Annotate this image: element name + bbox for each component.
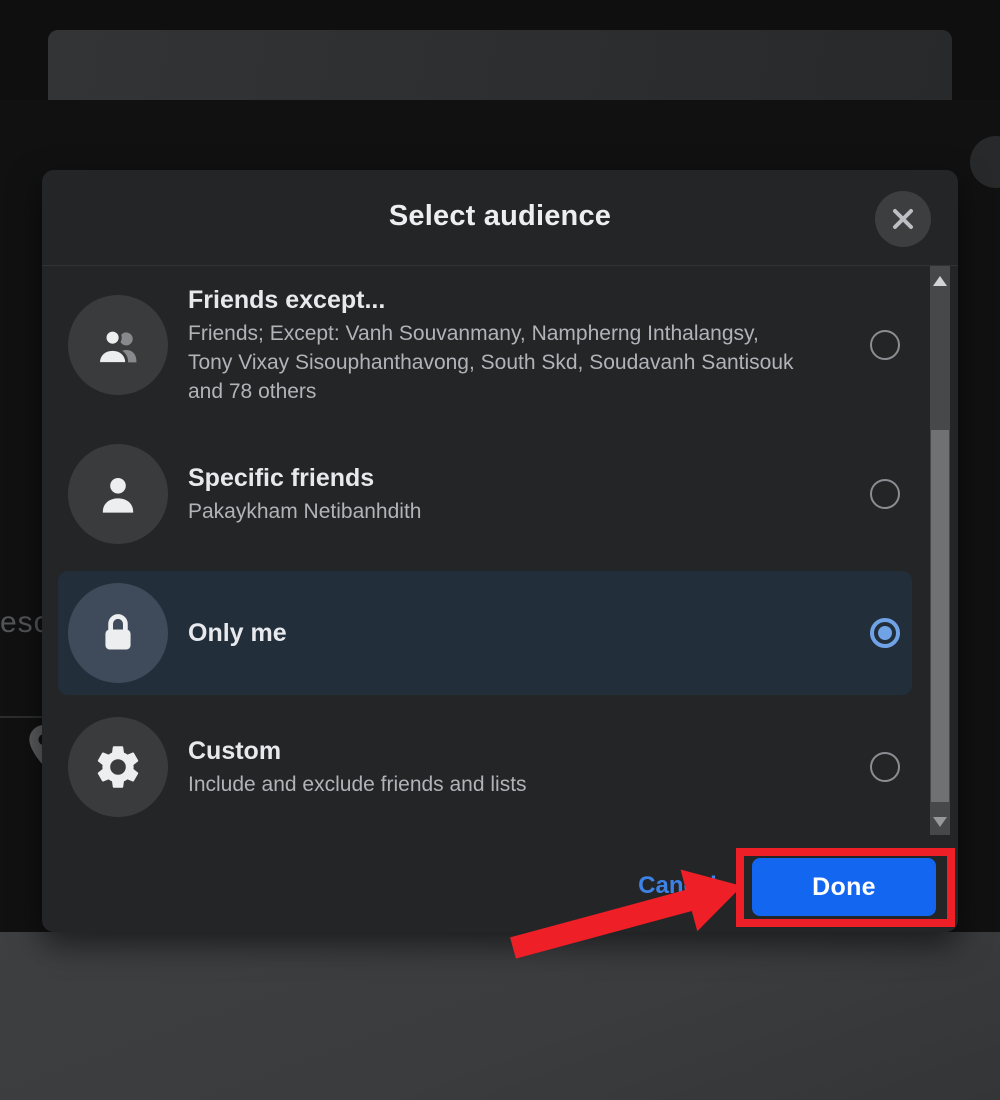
close-icon xyxy=(889,205,917,233)
option-description: Include and exclude friends and lists xyxy=(188,770,808,799)
dialog-header: Select audience xyxy=(42,170,958,265)
lock-icon xyxy=(68,583,168,683)
option-friends-except[interactable]: Friends except... Friends; Except: Vanh … xyxy=(42,274,958,416)
radio-friends-except[interactable] xyxy=(870,330,900,360)
select-audience-dialog: Select audience Friends xyxy=(42,170,958,932)
chevron-up-icon[interactable] xyxy=(933,276,947,286)
background-divider xyxy=(0,716,42,718)
background-dialog-panel xyxy=(48,30,952,100)
done-button[interactable]: Done xyxy=(752,858,936,916)
background-overlay-top xyxy=(0,0,1000,100)
chevron-down-icon[interactable] xyxy=(933,817,947,827)
friends-except-icon xyxy=(68,295,168,395)
option-text: Custom Include and exclude friends and l… xyxy=(188,735,850,799)
background-page xyxy=(0,932,1000,1100)
radio-specific-friends[interactable] xyxy=(870,479,900,509)
dialog-title: Select audience xyxy=(42,200,958,233)
option-specific-friends[interactable]: Specific friends Pakaykham Netibanhdith xyxy=(42,434,958,554)
gear-icon xyxy=(68,717,168,817)
option-title: Friends except... xyxy=(188,284,850,316)
option-description: Pakaykham Netibanhdith xyxy=(188,497,808,526)
cancel-button[interactable]: Cancel xyxy=(610,870,745,902)
option-title: Specific friends xyxy=(188,462,850,494)
scrollbar-thumb[interactable] xyxy=(931,430,949,802)
scrollbar-track[interactable] xyxy=(930,266,950,835)
audience-options-list: Friends except... Friends; Except: Vanh … xyxy=(42,266,958,836)
option-title: Only me xyxy=(188,617,850,649)
option-description: Friends; Except: Vanh Souvanmany, Namphe… xyxy=(188,319,808,406)
option-only-me[interactable]: Only me xyxy=(58,571,912,695)
person-icon xyxy=(68,444,168,544)
close-button[interactable] xyxy=(875,191,931,247)
option-title: Custom xyxy=(188,735,850,767)
radio-custom[interactable] xyxy=(870,752,900,782)
radio-only-me[interactable] xyxy=(870,618,900,648)
option-text: Friends except... Friends; Except: Vanh … xyxy=(188,284,850,406)
option-text: Specific friends Pakaykham Netibanhdith xyxy=(188,462,850,526)
option-custom[interactable]: Custom Include and exclude friends and l… xyxy=(42,707,958,827)
option-text: Only me xyxy=(188,617,850,649)
